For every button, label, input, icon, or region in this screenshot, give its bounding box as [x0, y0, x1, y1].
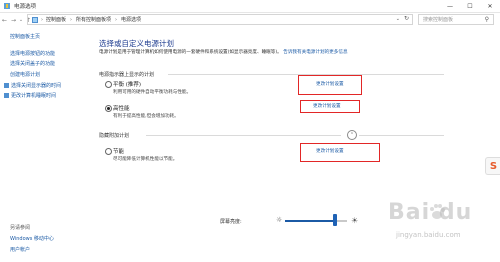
plan-name-balanced[interactable]: 平衡 (推荐): [113, 80, 141, 88]
page-title: 选择或自定义电源计划: [99, 39, 174, 48]
plan-name-power-saver[interactable]: 节能: [113, 147, 124, 155]
baidu-paw-icon: [430, 204, 445, 219]
title-bar: 电源选项 — ☐ ✕: [0, 0, 500, 13]
search-icon[interactable]: ⚲: [485, 16, 489, 23]
section-divider: [359, 135, 444, 136]
address-dropdown-icon[interactable]: ⌄: [396, 16, 400, 22]
brightness-bar: 屏幕亮度:: [220, 214, 242, 228]
search-placeholder: 搜索控制面板: [423, 17, 454, 23]
learn-more-link[interactable]: 告诉我有关电源计划的更多信息: [283, 50, 347, 55]
plan-radio-balanced[interactable]: [105, 81, 112, 88]
plan-desc-power-saver: 尽可能降低计算机性能以节能。: [113, 157, 178, 162]
sidebar-item-lid[interactable]: 选择关闭盖子的功能: [10, 60, 55, 67]
forward-button[interactable]: →: [9, 17, 18, 24]
brightness-label: 屏幕亮度:: [220, 218, 242, 225]
navigation-bar: ← → ⌄ ↑ › 控制面板 › 所有控制面板项 › 电源选项 ⌄ ↻ 搜索控制…: [0, 13, 500, 27]
maximize-button[interactable]: ☐: [460, 0, 480, 12]
breadcrumb-separator-icon: ›: [115, 16, 118, 23]
breadcrumb-power-options[interactable]: 电源选项: [121, 16, 141, 23]
description-text: 电源计划是用于管理计算机如何使用电源的一套硬件和系统设置(如显示器亮度、睡眠等)…: [99, 50, 282, 55]
sidebar-item-home[interactable]: 控制面板主页: [10, 33, 40, 40]
breadcrumb-all-items[interactable]: 所有控制面板项: [76, 16, 111, 23]
plan-desc-balanced: 利用可用的硬件自动平衡功耗与性能。: [113, 90, 192, 95]
sidebar-item-display-off[interactable]: 选择关闭显示器的时间: [4, 82, 61, 89]
breadcrumb-separator-icon: ›: [41, 16, 43, 23]
power-options-icon: [3, 2, 11, 10]
ime-indicator-icon[interactable]: S: [485, 157, 500, 175]
watermark-url: jingyan.baidu.com: [396, 231, 461, 239]
plan-radio-power-saver[interactable]: [105, 148, 112, 155]
sidebar-item-create-plan[interactable]: 创建电源计划: [10, 71, 40, 78]
section-heading-selected: 电源指示器上显示的计划: [99, 72, 155, 78]
change-plan-settings-power-saver[interactable]: 更改计划设置: [316, 148, 344, 154]
control-panel-icon: [32, 16, 38, 23]
brightness-high-icon: ☀: [351, 216, 359, 225]
close-button[interactable]: ✕: [480, 0, 500, 12]
window-title: 电源选项: [14, 4, 37, 10]
search-input[interactable]: 搜索控制面板 ⚲: [418, 14, 494, 25]
collapse-chevron-icon[interactable]: ⌃: [347, 130, 357, 140]
sidebar-item-label: 更改计算机睡眠时间: [11, 93, 57, 99]
sidebar-item-label: 选择关闭显示器的时间: [11, 83, 62, 89]
sidebar-item-mobility-center[interactable]: Windows 移动中心: [10, 235, 54, 242]
minimize-button[interactable]: —: [440, 0, 460, 12]
shield-icon: [4, 93, 9, 98]
brightness-slider-fill: [285, 220, 335, 222]
plan-name-high-performance[interactable]: 高性能: [113, 104, 130, 112]
shield-icon: [4, 83, 9, 88]
address-bar[interactable]: › 控制面板 › 所有控制面板项 › 电源选项 ⌄ ↻: [27, 14, 413, 25]
section-divider: [146, 135, 341, 136]
change-plan-settings-balanced[interactable]: 更改计划设置: [316, 81, 344, 87]
section-heading-hidden: 隐藏附加计划: [99, 133, 130, 139]
sidebar-item-sleep[interactable]: 更改计算机睡眠时间: [4, 92, 56, 99]
back-button[interactable]: ←: [0, 17, 9, 24]
brightness-slider-thumb[interactable]: [333, 214, 337, 226]
page-description: 电源计划是用于管理计算机如何使用电源的一套硬件和系统设置(如显示器亮度、睡眠等)…: [99, 50, 429, 57]
sidebar-item-power-button[interactable]: 选择电源按钮的功能: [10, 50, 55, 57]
see-also-heading: 另请参阅: [10, 225, 31, 231]
breadcrumb-separator-icon: ›: [70, 16, 73, 23]
plan-radio-high-performance[interactable]: [105, 105, 112, 112]
breadcrumb-control-panel[interactable]: 控制面板: [46, 16, 66, 23]
sidebar-item-user-accounts[interactable]: 用户帐户: [10, 246, 30, 253]
plan-desc-high-performance: 有利于提高性能,但会增加功耗。: [113, 114, 179, 119]
sidebar: 控制面板主页 选择电源按钮的功能 选择关闭盖子的功能 创建电源计划 选择关闭显示…: [0, 28, 88, 262]
change-plan-settings-high-performance[interactable]: 更改计划设置: [313, 103, 341, 109]
refresh-icon[interactable]: ↻: [404, 15, 409, 22]
brightness-low-icon: ☼: [276, 216, 283, 224]
